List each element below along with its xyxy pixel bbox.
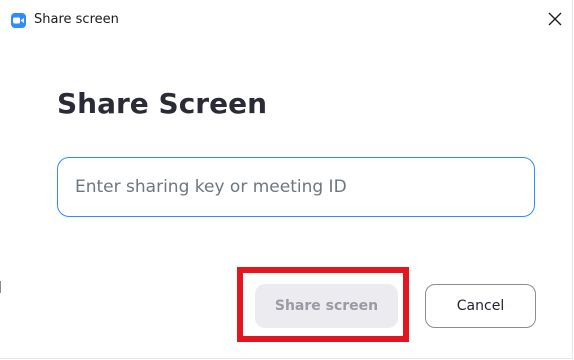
sharing-key-input[interactable] [75,158,515,216]
title-bar: Share screen [0,0,572,40]
sharing-key-field[interactable] [57,157,535,217]
highlight-annotation [237,267,409,342]
close-button[interactable] [540,6,570,34]
edge-marker [0,281,1,293]
cancel-button[interactable]: Cancel [425,284,536,328]
zoom-camera-icon [11,13,26,28]
dialog-heading: Share Screen [57,87,268,120]
share-screen-window: Share screen Share Screen Share screen C… [0,0,573,359]
close-icon[interactable] [548,11,562,30]
window-title: Share screen [34,12,119,27]
